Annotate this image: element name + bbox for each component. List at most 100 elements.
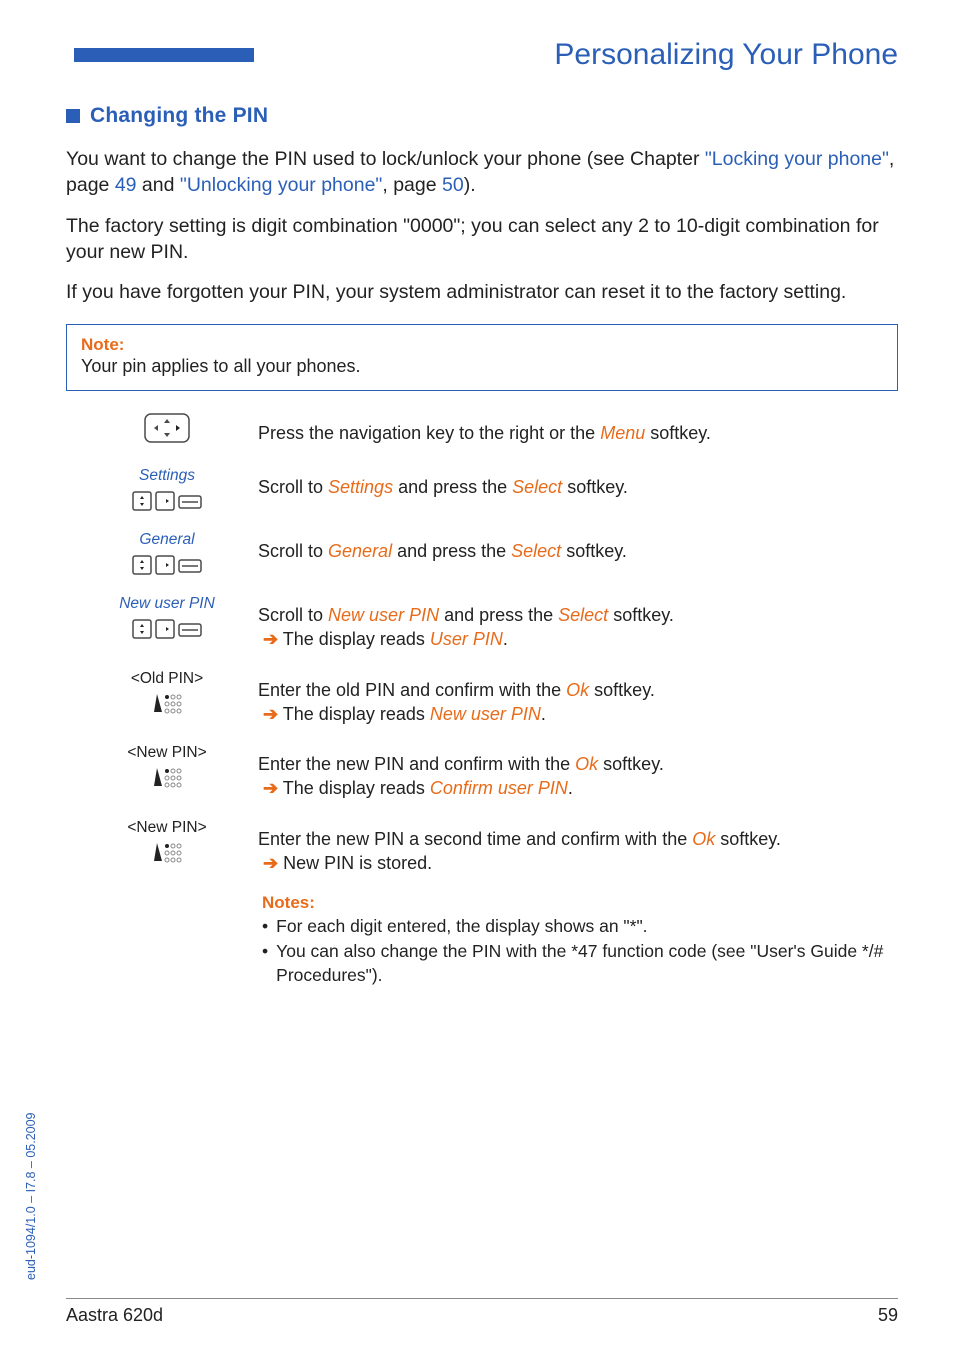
step-label: New user PIN xyxy=(119,595,215,613)
step-row: General Scroll to General and press the … xyxy=(102,531,898,577)
note-text: Your pin applies to all your phones. xyxy=(81,355,883,378)
text: , page xyxy=(382,174,442,196)
step-label: <New PIN> xyxy=(127,744,206,762)
step-icon-col: Settings xyxy=(102,467,232,513)
arrow-icon: ➔ xyxy=(263,704,278,724)
page-footer: Aastra 620d 59 xyxy=(66,1298,898,1326)
text: Scroll to xyxy=(258,605,328,625)
scroll-select-icon xyxy=(132,617,202,641)
text: softkey. xyxy=(598,754,664,774)
softkey-select: Select xyxy=(512,477,562,497)
text: New PIN is stored. xyxy=(278,853,432,873)
header-accent-bar xyxy=(74,48,254,62)
step-desc: Enter the new PIN a second time and conf… xyxy=(258,819,781,876)
square-bullet-icon xyxy=(66,109,80,123)
section-heading-text: Changing the PIN xyxy=(90,104,268,128)
step-row: <New PIN> Enter the new PIN and confirm … xyxy=(102,744,898,801)
menu-general: General xyxy=(328,541,392,561)
section-heading: Changing the PIN xyxy=(66,104,898,128)
text: . xyxy=(541,704,546,724)
text: and xyxy=(137,174,180,196)
step-row: <Old PIN> Enter the old PIN and confirm … xyxy=(102,670,898,727)
step-row: Settings Scroll to Settings and press th… xyxy=(102,467,898,513)
step-desc: Enter the new PIN and confirm with the O… xyxy=(258,744,664,801)
text: Press the navigation key to the right or… xyxy=(258,423,600,443)
scroll-select-icon xyxy=(132,553,202,577)
display-user-pin: User PIN xyxy=(430,629,503,649)
footer-product-name: Aastra 620d xyxy=(66,1305,163,1326)
bullet-icon: • xyxy=(262,940,268,987)
text: and press the xyxy=(393,477,512,497)
link-page-50[interactable]: 50 xyxy=(442,174,464,196)
arrow-icon: ➔ xyxy=(263,629,278,649)
text: . xyxy=(503,629,508,649)
step-row: Press the navigation key to the right or… xyxy=(102,413,898,449)
notes-item: • You can also change the PIN with the *… xyxy=(262,940,898,987)
display-confirm-user-pin: Confirm user PIN xyxy=(430,778,568,798)
step-icon-col xyxy=(102,413,232,449)
text: The display reads xyxy=(278,704,430,724)
step-desc: Press the navigation key to the right or… xyxy=(258,413,711,445)
step-row: <New PIN> Enter the new PIN a second tim… xyxy=(102,819,898,876)
display-new-user-pin: New user PIN xyxy=(430,704,541,724)
step-desc: Scroll to New user PIN and press the Sel… xyxy=(258,595,674,652)
softkey-ok: Ok xyxy=(566,680,589,700)
step-label: <Old PIN> xyxy=(131,670,203,688)
text: softkey. xyxy=(608,605,674,625)
steps-list: Press the navigation key to the right or… xyxy=(102,413,898,875)
softkey-select: Select xyxy=(558,605,608,625)
text: softkey. xyxy=(589,680,655,700)
step-icon-col: <New PIN> xyxy=(102,819,232,863)
bullet-icon: • xyxy=(262,915,268,939)
notes-text: For each digit entered, the display show… xyxy=(276,915,647,939)
keypad-input-icon xyxy=(152,841,182,863)
step-icon-col: <New PIN> xyxy=(102,744,232,788)
menu-new-user-pin: New user PIN xyxy=(328,605,439,625)
text: ). xyxy=(464,174,476,196)
intro-paragraph-3: If you have forgotten your PIN, your sys… xyxy=(66,279,898,305)
step-icon-col: General xyxy=(102,531,232,577)
text: You want to change the PIN used to lock/… xyxy=(66,148,705,170)
link-unlocking-your-phone[interactable]: "Unlocking your phone" xyxy=(180,174,382,196)
note-label: Note: xyxy=(81,335,883,355)
text: . xyxy=(568,778,573,798)
menu-settings: Settings xyxy=(328,477,393,497)
text: Scroll to xyxy=(258,477,328,497)
step-label: General xyxy=(139,531,194,549)
text: Enter the new PIN and confirm with the xyxy=(258,754,575,774)
chapter-title: Personalizing Your Phone xyxy=(554,38,898,72)
navigation-key-icon xyxy=(144,413,190,449)
text: softkey. xyxy=(562,477,628,497)
intro-paragraph-1: You want to change the PIN used to lock/… xyxy=(66,146,898,199)
text: Scroll to xyxy=(258,541,328,561)
text: Enter the new PIN a second time and conf… xyxy=(258,829,692,849)
document-id-side: eud-1094/1.0 – I7.8 – 05.2009 xyxy=(24,1112,38,1280)
header-row: Personalizing Your Phone xyxy=(66,38,898,72)
step-desc: Scroll to Settings and press the Select … xyxy=(258,467,628,499)
notes-block: Notes: • For each digit entered, the dis… xyxy=(262,893,898,987)
step-desc: Enter the old PIN and confirm with the O… xyxy=(258,670,655,727)
intro-paragraph-2: The factory setting is digit combination… xyxy=(66,213,898,266)
keypad-input-icon xyxy=(152,766,182,788)
link-page-49[interactable]: 49 xyxy=(115,174,137,196)
text: softkey. xyxy=(561,541,627,561)
text: The display reads xyxy=(278,778,430,798)
link-locking-your-phone[interactable]: "Locking your phone" xyxy=(705,148,889,170)
text: Enter the old PIN and confirm with the xyxy=(258,680,566,700)
notes-label: Notes: xyxy=(262,893,898,913)
text: softkey. xyxy=(645,423,711,443)
text: and press the xyxy=(392,541,511,561)
softkey-ok: Ok xyxy=(575,754,598,774)
arrow-icon: ➔ xyxy=(263,853,278,873)
softkey-ok: Ok xyxy=(692,829,715,849)
step-icon-col: New user PIN xyxy=(102,595,232,641)
page-root: Personalizing Your Phone Changing the PI… xyxy=(0,0,954,1352)
step-label: Settings xyxy=(139,467,195,485)
notes-text: You can also change the PIN with the *47… xyxy=(276,940,898,987)
footer-page-number: 59 xyxy=(878,1305,898,1326)
step-row: New user PIN Scroll to New user PIN and … xyxy=(102,595,898,652)
step-label: <New PIN> xyxy=(127,819,206,837)
notes-item: • For each digit entered, the display sh… xyxy=(262,915,898,939)
keypad-input-icon xyxy=(152,692,182,714)
step-desc: Scroll to General and press the Select s… xyxy=(258,531,627,563)
